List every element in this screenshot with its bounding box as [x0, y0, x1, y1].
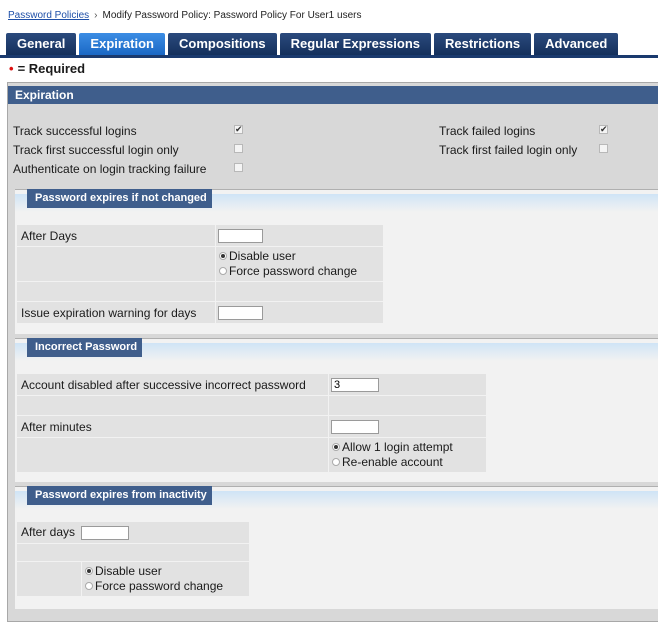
after-days-input[interactable]: [218, 229, 263, 243]
allow-one-login-option[interactable]: Allow 1 login attempt: [332, 440, 483, 455]
force-password-change-label: Force password change: [229, 264, 358, 278]
expiration-warning-label: Issue expiration warning for days: [17, 302, 215, 323]
force-password-change-radio[interactable]: [219, 266, 227, 275]
track-first-failed-checkbox[interactable]: [599, 144, 608, 153]
tab-underline: [0, 55, 658, 58]
track-first-successful-label: Track first successful login only: [13, 143, 179, 157]
breadcrumb-current: Modify Password Policy: Password Policy …: [102, 10, 362, 21]
tab-compositions[interactable]: Compositions: [168, 33, 277, 55]
allow-one-login-label: Allow 1 login attempt: [342, 440, 453, 454]
required-note: • = Required: [9, 61, 85, 76]
inactivity-disable-user-label: Disable user: [95, 564, 162, 578]
reenable-account-label: Re-enable account: [342, 455, 443, 469]
disable-user-radio[interactable]: [219, 251, 227, 260]
allow-one-login-radio[interactable]: [332, 442, 340, 451]
authenticate-on-failure-label: Authenticate on login tracking failure: [13, 162, 207, 176]
breadcrumb: Password Policies › Modify Password Policy…: [8, 10, 361, 21]
expires-not-changed-grid: After Days Disable user Force password c…: [16, 224, 384, 324]
track-first-successful-checkbox[interactable]: [234, 144, 243, 153]
disable-user-label: Disable user: [229, 249, 296, 263]
track-first-failed-label: Track first failed login only: [439, 143, 578, 157]
inactivity-disable-user-option[interactable]: Disable user: [85, 564, 246, 579]
inactivity-force-change-label: Force password change: [95, 579, 224, 593]
expires-not-changed-box: Password expires if not changed After Da…: [15, 189, 658, 334]
inactivity-after-days-label: After days: [21, 525, 76, 540]
tab-advanced[interactable]: Advanced: [534, 33, 619, 55]
expiration-header: Expiration: [8, 86, 658, 104]
authenticate-on-failure-checkbox[interactable]: [234, 163, 243, 172]
tab-bar: General Expiration Compositions Regular …: [6, 33, 621, 55]
disable-user-option[interactable]: Disable user: [219, 249, 380, 264]
track-successful-logins-label: Track successful logins: [13, 124, 137, 138]
inactivity-box: Password expires from inactivity After d…: [15, 486, 658, 609]
after-minutes-input[interactable]: [331, 420, 379, 434]
inactivity-force-change-radio[interactable]: [85, 581, 93, 590]
expiration-panel: Expiration Track successful logins ✔ Tra…: [7, 82, 658, 622]
tab-regular-expressions[interactable]: Regular Expressions: [279, 33, 431, 55]
breadcrumb-password-policies-link[interactable]: Password Policies: [8, 10, 89, 21]
account-disabled-after-label: Account disabled after successive incorr…: [17, 374, 328, 395]
inactivity-disable-user-radio[interactable]: [85, 566, 93, 575]
inactivity-after-days-input[interactable]: [81, 525, 130, 540]
account-disabled-after-input[interactable]: [331, 378, 379, 392]
track-successful-logins-checkbox[interactable]: ✔: [234, 125, 243, 134]
breadcrumb-separator: ›: [94, 10, 98, 21]
expiration-warning-input[interactable]: [218, 306, 263, 320]
required-text: = Required: [17, 61, 86, 76]
inactivity-title: Password expires from inactivity: [27, 486, 212, 505]
after-minutes-label: After minutes: [17, 416, 328, 437]
incorrect-password-grid: Account disabled after successive incorr…: [16, 373, 487, 473]
reenable-account-option[interactable]: Re-enable account: [332, 455, 483, 470]
incorrect-password-title: Incorrect Password: [27, 338, 143, 357]
incorrect-password-box: Incorrect Password Account disabled afte…: [15, 338, 658, 482]
required-marker: •: [9, 61, 14, 76]
tab-general[interactable]: General: [6, 33, 77, 55]
inactivity-force-change-option[interactable]: Force password change: [85, 579, 246, 594]
inactivity-grid: After days Disable user Force password c…: [16, 521, 250, 597]
reenable-account-radio[interactable]: [332, 457, 340, 466]
force-password-change-option[interactable]: Force password change: [219, 264, 380, 279]
tab-restrictions[interactable]: Restrictions: [434, 33, 532, 55]
after-days-label: After Days: [17, 225, 215, 246]
expires-not-changed-title: Password expires if not changed: [27, 189, 212, 208]
track-failed-logins-label: Track failed logins: [439, 124, 536, 138]
track-failed-logins-checkbox[interactable]: ✔: [599, 125, 608, 134]
tab-expiration[interactable]: Expiration: [79, 33, 165, 55]
